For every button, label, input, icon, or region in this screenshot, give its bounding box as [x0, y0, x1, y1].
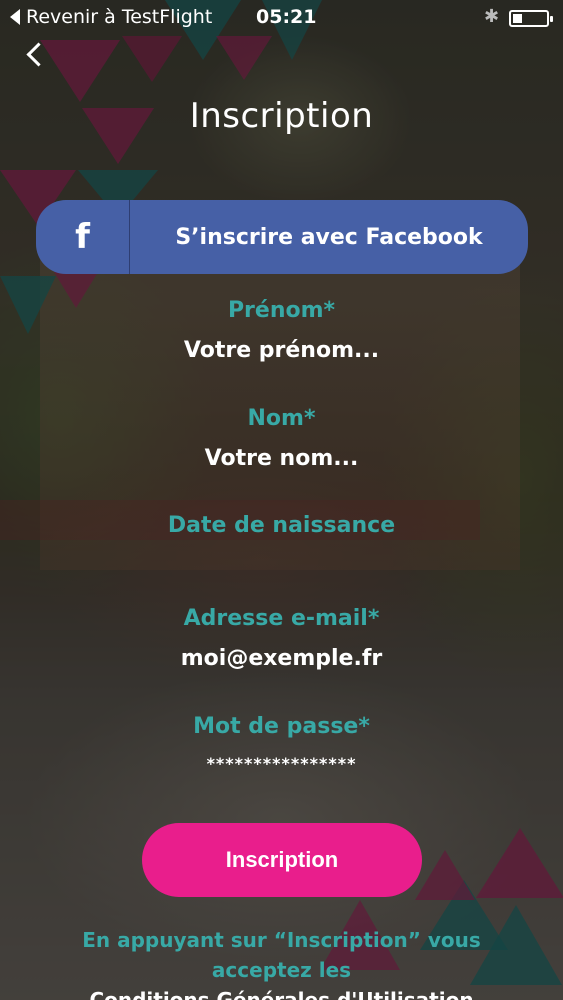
status-bar: Revenir à TestFlight 05:21 ✱ — [0, 0, 563, 36]
terms-link[interactable]: Conditions Générales d'Utilisation — [0, 985, 563, 1000]
signup-submit-button[interactable]: Inscription — [142, 823, 422, 897]
birth-date-label: Date de naissance — [167, 513, 396, 538]
bluetooth-icon: ✱ — [484, 6, 500, 27]
facebook-signup-label: S’inscrire avec Facebook — [175, 224, 483, 250]
battery-icon — [509, 10, 553, 27]
clock: 05:21 — [256, 6, 317, 28]
email-label: Adresse e-mail* — [183, 606, 380, 631]
last-name-label: Nom* — [247, 406, 316, 431]
first-name-label: Prénom* — [227, 298, 336, 323]
legal-text-line2: acceptez les — [211, 958, 352, 982]
page-title: Inscription — [189, 96, 374, 136]
first-name-input[interactable]: Votre prénom... — [0, 338, 563, 363]
back-button[interactable] — [24, 40, 52, 70]
facebook-icon: f — [75, 217, 90, 257]
back-arrow-icon — [10, 9, 20, 25]
return-to-testflight[interactable]: Revenir à TestFlight — [10, 6, 212, 28]
email-input[interactable]: moi@exemple.fr — [0, 646, 563, 671]
legal-text-line1: En appuyant sur “Inscription” vous — [82, 928, 481, 952]
last-name-input[interactable]: Votre nom... — [0, 446, 563, 471]
return-app-label: Revenir à TestFlight — [26, 6, 213, 28]
facebook-icon-wrapper: f — [36, 200, 130, 274]
password-label: Mot de passe* — [193, 714, 370, 739]
password-input[interactable]: **************** — [0, 754, 563, 773]
birth-date-input[interactable] — [0, 553, 563, 583]
facebook-signup-button[interactable]: f S’inscrire avec Facebook — [36, 200, 528, 274]
